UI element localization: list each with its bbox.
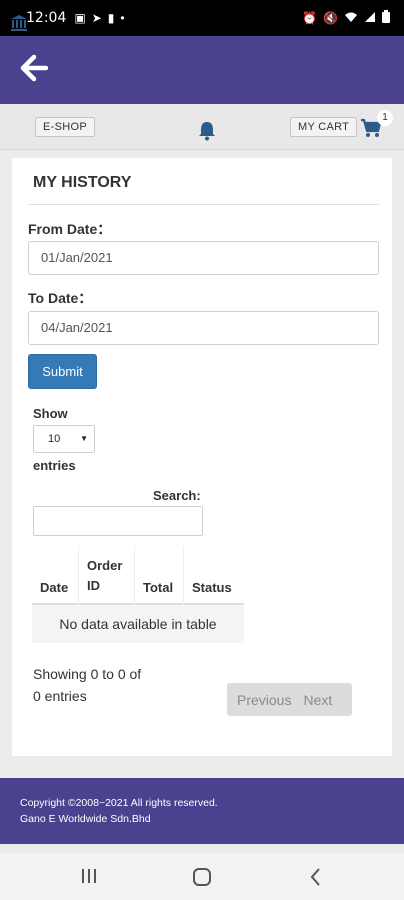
dot-icon: • xyxy=(120,11,125,25)
bank-icon[interactable] xyxy=(10,14,28,32)
next-button[interactable]: Next xyxy=(303,692,332,708)
status-time: 12:04 xyxy=(26,10,67,26)
search-label: Search: xyxy=(153,488,201,503)
pagination-controls: Previous Next xyxy=(227,683,352,716)
previous-button[interactable]: Previous xyxy=(237,692,291,708)
empty-table-message: No data available in table xyxy=(32,605,244,643)
telegram-icon: ➤ xyxy=(91,11,102,25)
column-header-status[interactable]: Status xyxy=(184,546,244,605)
table-header: Date Order ID Total Status xyxy=(32,546,244,605)
submit-button[interactable]: Submit xyxy=(28,354,97,389)
app-bar xyxy=(0,36,404,104)
mute-icon: 🔇 xyxy=(323,11,338,25)
from-date-input[interactable]: 01/Jan/2021 xyxy=(28,241,379,275)
battery-icon xyxy=(382,10,390,26)
company-name: Gano E Worldwide Sdn.Bhd xyxy=(20,813,151,825)
title-divider xyxy=(28,204,379,205)
copyright-text: Copyright ©2008~2021 All rights reserved… xyxy=(20,797,218,809)
entries-label: entries xyxy=(33,458,76,473)
recents-icon[interactable] xyxy=(80,867,98,890)
home-icon[interactable] xyxy=(192,867,212,892)
my-cart-button[interactable]: MY CART xyxy=(290,117,358,137)
from-date-label: From Date： xyxy=(28,221,112,237)
alarm-icon: ⏰ xyxy=(302,11,318,25)
signal-icon xyxy=(364,11,376,26)
show-label: Show xyxy=(33,406,68,421)
caret-down-icon: ▼ xyxy=(80,434,88,443)
image-icon: ▣ xyxy=(74,11,86,25)
history-table: Date Order ID Total Status No data avail… xyxy=(32,546,244,643)
pagination-info: Showing 0 to 0 of 0 entries xyxy=(33,666,142,704)
message-icon: ▮ xyxy=(107,11,115,25)
entries-select[interactable]: 10 ▼ xyxy=(33,425,95,453)
entries-select-value: 10 xyxy=(48,433,61,445)
page-title: MY HISTORY xyxy=(33,174,132,191)
page-footer: Copyright ©2008~2021 All rights reserved… xyxy=(0,778,404,844)
wifi-icon xyxy=(344,11,358,26)
back-arrow-icon[interactable] xyxy=(20,54,52,86)
column-header-total[interactable]: Total xyxy=(135,546,184,605)
to-date-label: To Date： xyxy=(28,290,93,306)
to-date-input[interactable]: 04/Jan/2021 xyxy=(28,311,379,345)
search-input[interactable] xyxy=(33,506,203,536)
column-header-order-id[interactable]: Order ID xyxy=(79,546,135,605)
cart-count-badge: 1 xyxy=(377,110,393,126)
status-bar: 12:04 ▣ ➤ ▮ • ⏰ 🔇 xyxy=(0,0,404,36)
eshop-button[interactable]: E-SHOP xyxy=(35,117,95,137)
system-nav-bar xyxy=(0,853,404,900)
column-header-date[interactable]: Date xyxy=(32,546,79,605)
bell-icon[interactable] xyxy=(197,120,217,141)
back-icon[interactable] xyxy=(308,867,324,892)
